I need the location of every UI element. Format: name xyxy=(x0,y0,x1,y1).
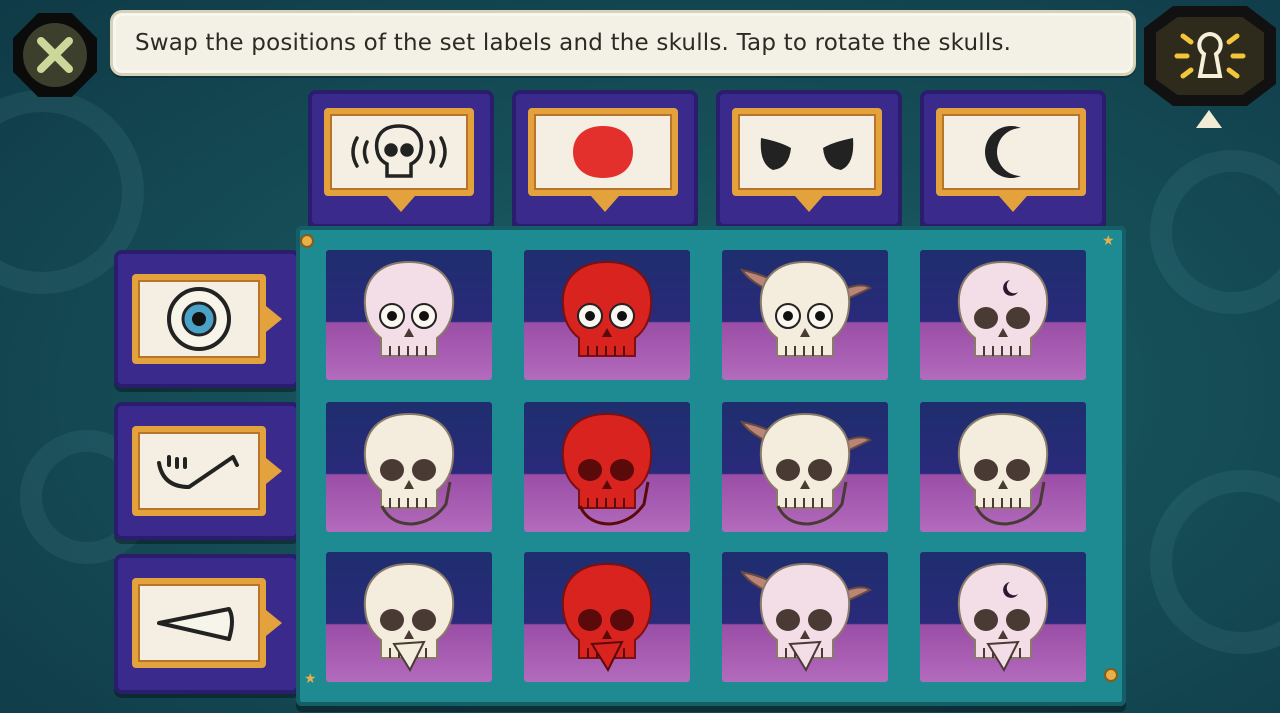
column-label-slot-4[interactable] xyxy=(920,90,1106,228)
instruction-banner: Swap the positions of the set labels and… xyxy=(110,10,1136,76)
label-tab xyxy=(999,196,1027,212)
hint-pointer-arrow xyxy=(1196,110,1222,128)
skull-pink[interactable] xyxy=(722,552,888,682)
label-tab xyxy=(266,610,282,636)
angry-eyes-icon xyxy=(760,138,854,170)
skull-red[interactable] xyxy=(524,552,690,682)
skull-pink[interactable] xyxy=(920,552,1086,682)
shelf-cell[interactable] xyxy=(722,250,888,380)
shelf-cell[interactable] xyxy=(524,250,690,380)
close-icon xyxy=(37,37,73,73)
label-tab xyxy=(591,196,619,212)
row-label-slot-1[interactable] xyxy=(114,250,300,388)
keyhole-icon xyxy=(1174,31,1246,79)
shelf-cell[interactable] xyxy=(326,402,492,532)
column-label-card[interactable] xyxy=(732,108,882,196)
skull-red[interactable] xyxy=(524,402,690,532)
shelf-cell[interactable] xyxy=(920,250,1086,380)
shelf-star: ★ xyxy=(304,671,317,687)
shelf-cell[interactable] xyxy=(326,250,492,380)
row-label-slot-2[interactable] xyxy=(114,402,300,540)
shelf-stud xyxy=(1106,670,1116,680)
column-label-slot-1[interactable] xyxy=(308,90,494,228)
beak-icon xyxy=(157,607,234,641)
column-label-card[interactable] xyxy=(528,108,678,196)
skull-white[interactable] xyxy=(326,552,492,682)
shelf-cell[interactable] xyxy=(722,552,888,682)
column-label-card[interactable] xyxy=(324,108,474,196)
hint-button[interactable] xyxy=(1144,6,1276,106)
shelf-cell[interactable] xyxy=(524,402,690,532)
background-gear xyxy=(1150,150,1280,314)
row-label-card[interactable] xyxy=(132,578,266,668)
shelf-star: ★ xyxy=(1102,233,1115,249)
column-label-slot-2[interactable] xyxy=(512,90,698,228)
skull-white[interactable] xyxy=(722,250,888,380)
shelf-cell[interactable] xyxy=(326,552,492,682)
jaw-icon xyxy=(157,455,239,489)
skull-pink[interactable] xyxy=(920,250,1086,380)
row-label-slot-3[interactable] xyxy=(114,554,300,694)
skull-shelf: ★ ★ xyxy=(296,226,1126,706)
shelf-stud xyxy=(302,236,312,246)
instruction-text: Swap the positions of the set labels and… xyxy=(135,30,1012,56)
column-label-slot-3[interactable] xyxy=(716,90,902,228)
skull-red[interactable] xyxy=(524,250,690,380)
shaking-skull-icon xyxy=(351,124,447,178)
close-button[interactable] xyxy=(10,12,100,98)
shelf-cell[interactable] xyxy=(722,402,888,532)
row-label-card[interactable] xyxy=(132,426,266,516)
shelf-cell[interactable] xyxy=(920,402,1086,532)
shelf-cell[interactable] xyxy=(920,552,1086,682)
label-tab xyxy=(387,196,415,212)
skull-white[interactable] xyxy=(326,402,492,532)
column-label-card[interactable] xyxy=(936,108,1086,196)
skull-white[interactable] xyxy=(722,402,888,532)
background-gear xyxy=(1150,470,1280,654)
label-tab xyxy=(266,306,282,332)
crescent-moon-icon xyxy=(985,126,1021,178)
skull-white[interactable] xyxy=(920,402,1086,532)
red-blob-icon xyxy=(573,126,633,178)
label-tab xyxy=(266,458,282,484)
eyeball-icon xyxy=(167,287,231,351)
label-tab xyxy=(795,196,823,212)
skull-pink[interactable] xyxy=(326,250,492,380)
row-label-card[interactable] xyxy=(132,274,266,364)
shelf-cell[interactable] xyxy=(524,552,690,682)
